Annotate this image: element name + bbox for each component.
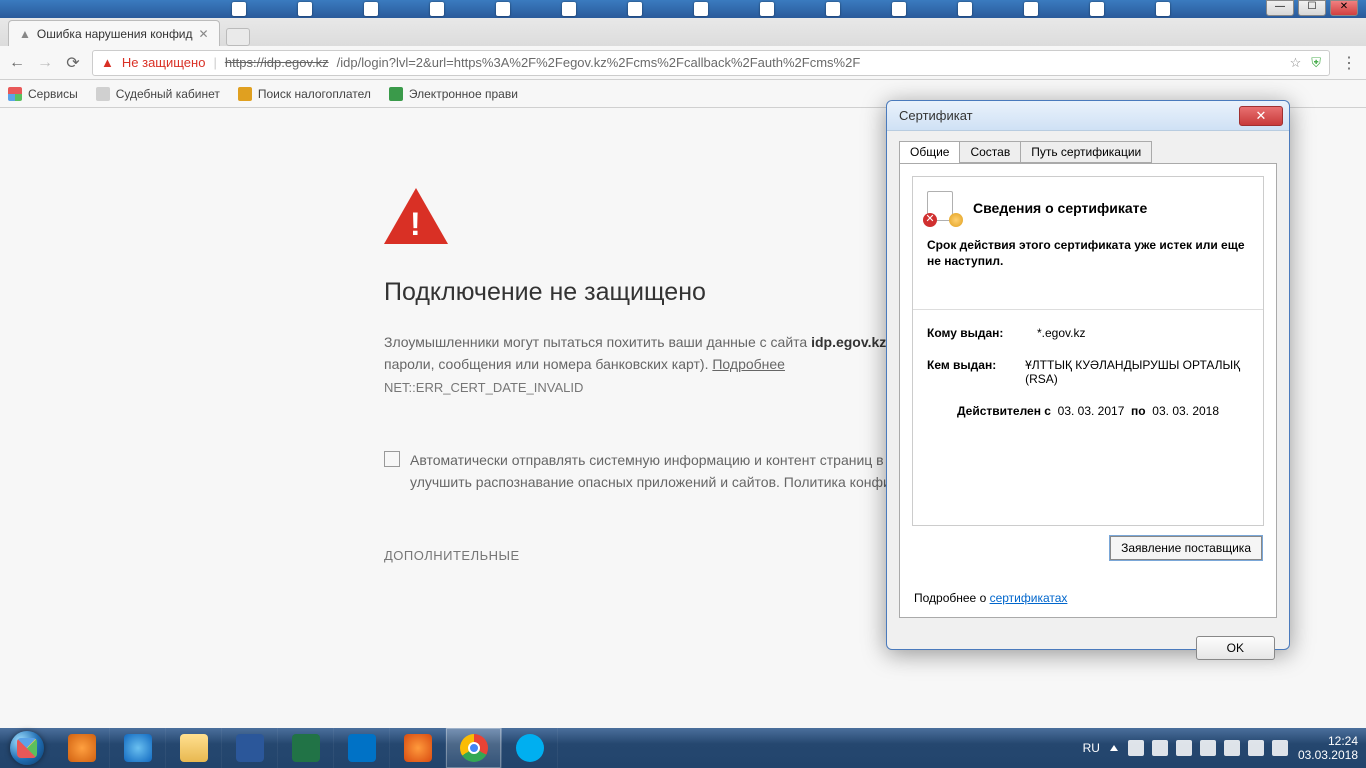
desktop-icon[interactable] <box>958 2 972 16</box>
taskbar-item-ie[interactable] <box>110 728 166 768</box>
bookmark-icon <box>389 87 403 101</box>
issued-by-label: Кем выдан: <box>927 358 1025 386</box>
language-indicator[interactable]: RU <box>1083 741 1100 755</box>
clock-date: 03.03.2018 <box>1298 748 1358 762</box>
cert-info-heading: Сведения о сертификате <box>973 200 1147 216</box>
apps-icon <box>8 87 22 101</box>
reload-button[interactable]: ⟳ <box>64 54 82 72</box>
window-close-button[interactable]: ✕ <box>1330 0 1358 16</box>
address-bar[interactable]: ▲ Не защищено | https://idp.egov.kz/idp/… <box>92 50 1330 76</box>
tab-general[interactable]: Общие <box>899 141 960 163</box>
taskbar: RU 12:24 03.03.2018 <box>0 728 1366 768</box>
tray-volume-icon[interactable] <box>1224 740 1240 756</box>
url-path: /idp/login?lvl=2&url=https%3A%2F%2Fegov.… <box>337 55 861 70</box>
validity-row: Действителен с 03. 03. 2017 по 03. 03. 2… <box>927 404 1249 418</box>
warning-triangle-icon <box>384 188 448 244</box>
desktop-icon[interactable] <box>760 2 774 16</box>
desktop-icon[interactable] <box>1156 2 1170 16</box>
tab-title: Ошибка нарушения конфид <box>37 27 193 41</box>
window-minimize-button[interactable]: — <box>1266 0 1294 16</box>
taskbar-item-outlook[interactable] <box>334 728 390 768</box>
bookmark-label: Электронное прави <box>409 87 518 101</box>
desktop-icon[interactable] <box>232 2 246 16</box>
desktop-icon[interactable] <box>496 2 510 16</box>
bookmark-icon <box>238 87 252 101</box>
tray-network-icon[interactable] <box>1200 740 1216 756</box>
taskbar-item-firefox[interactable] <box>390 728 446 768</box>
star-icon[interactable]: ☆ <box>1290 55 1302 71</box>
issued-to-label: Кому выдан: <box>927 326 1037 340</box>
url-host: https://idp.egov.kz <box>225 55 329 70</box>
tray-icon[interactable] <box>1128 740 1144 756</box>
learn-more-link[interactable]: Подробнее <box>712 356 785 372</box>
tray-icon[interactable] <box>1152 740 1168 756</box>
tab-warn-icon: ▲ <box>19 27 31 41</box>
cert-status-message: Срок действия этого сертификата уже исте… <box>927 237 1249 269</box>
issuer-statement-button[interactable]: Заявление поставщика <box>1110 536 1262 560</box>
desktop-icon[interactable] <box>562 2 576 16</box>
dialog-title: Сертификат <box>899 108 973 123</box>
tab-strip: ▲ Ошибка нарушения конфид ✕ <box>0 18 1366 46</box>
desktop-background: — ☐ ✕ <box>0 0 1366 18</box>
bookmark-label: Поиск налогоплател <box>258 87 371 101</box>
bookmark-label: Сервисы <box>28 87 78 101</box>
taskbar-item-word[interactable] <box>222 728 278 768</box>
more-info: Подробнее о сертификатах <box>914 591 1067 605</box>
desktop-icon[interactable] <box>892 2 906 16</box>
desktop-icon[interactable] <box>628 2 642 16</box>
windows-logo-icon <box>10 731 44 765</box>
desktop-icon[interactable] <box>364 2 378 16</box>
bookmark-item[interactable]: Поиск налогоплател <box>238 87 371 101</box>
ok-button[interactable]: OK <box>1196 636 1275 660</box>
desktop-icon[interactable] <box>1090 2 1104 16</box>
taskbar-item-excel[interactable] <box>278 728 334 768</box>
taskbar-item-skype[interactable] <box>502 728 558 768</box>
tray-icon[interactable] <box>1176 740 1192 756</box>
taskbar-clock[interactable]: 12:24 03.03.2018 <box>1298 734 1358 763</box>
issued-by-value: ҰЛТТЫҚ КУӘЛАНДЫРУШЫ ОРТАЛЫҚ (RSA) <box>1025 358 1249 386</box>
issued-to-value: *.egov.kz <box>1037 326 1085 340</box>
bookmark-icon <box>96 87 110 101</box>
menu-icon[interactable]: ⋮ <box>1340 54 1358 72</box>
tray-icon[interactable] <box>1272 740 1288 756</box>
system-tray: RU 12:24 03.03.2018 <box>1083 728 1366 768</box>
taskbar-item-mediaplayer[interactable] <box>54 728 110 768</box>
dialog-close-button[interactable]: ✕ <box>1239 106 1283 126</box>
apps-button[interactable]: Сервисы <box>8 87 78 101</box>
bookmark-item[interactable]: Электронное прави <box>389 87 518 101</box>
desktop-icon[interactable] <box>826 2 840 16</box>
forward-button[interactable]: → <box>36 54 54 72</box>
back-button[interactable]: ← <box>8 54 26 72</box>
shield-icon[interactable]: ⛨ <box>1311 55 1321 71</box>
start-button[interactable] <box>0 728 54 768</box>
tab-close-icon[interactable]: ✕ <box>199 27 209 41</box>
insecure-icon: ▲ <box>101 55 114 70</box>
dialog-titlebar[interactable]: Сертификат ✕ <box>887 101 1289 131</box>
bookmark-item[interactable]: Судебный кабинет <box>96 87 220 101</box>
toolbar: ← → ⟳ ▲ Не защищено | https://idp.egov.k… <box>0 46 1366 80</box>
desktop-icon[interactable] <box>694 2 708 16</box>
certificate-dialog: Сертификат ✕ Общие Состав Путь сертифика… <box>886 100 1290 650</box>
desktop-icon[interactable] <box>1024 2 1038 16</box>
desktop-icon[interactable] <box>298 2 312 16</box>
taskbar-item-explorer[interactable] <box>166 728 222 768</box>
report-checkbox[interactable] <box>384 451 400 467</box>
new-tab-button[interactable] <box>226 28 250 46</box>
certificates-link[interactable]: сертификатах <box>990 591 1068 605</box>
insecure-label: Не защищено <box>122 55 206 70</box>
window-maximize-button[interactable]: ☐ <box>1298 0 1326 16</box>
taskbar-item-chrome[interactable] <box>446 728 502 768</box>
tab-details[interactable]: Состав <box>959 141 1021 163</box>
certificate-icon: ✕ <box>927 191 961 225</box>
tray-icon[interactable] <box>1248 740 1264 756</box>
desktop-icon[interactable] <box>430 2 444 16</box>
tray-overflow-icon[interactable] <box>1110 745 1118 751</box>
system-info-link[interactable]: системную информацию и контент страниц <box>589 452 872 468</box>
browser-tab[interactable]: ▲ Ошибка нарушения конфид ✕ <box>8 20 220 46</box>
advanced-button[interactable]: ДОПОЛНИТЕЛЬНЫЕ <box>384 548 520 583</box>
clock-time: 12:24 <box>1298 734 1358 748</box>
tab-certification-path[interactable]: Путь сертификации <box>1020 141 1152 163</box>
divider <box>913 309 1263 310</box>
bookmark-label: Судебный кабинет <box>116 87 220 101</box>
